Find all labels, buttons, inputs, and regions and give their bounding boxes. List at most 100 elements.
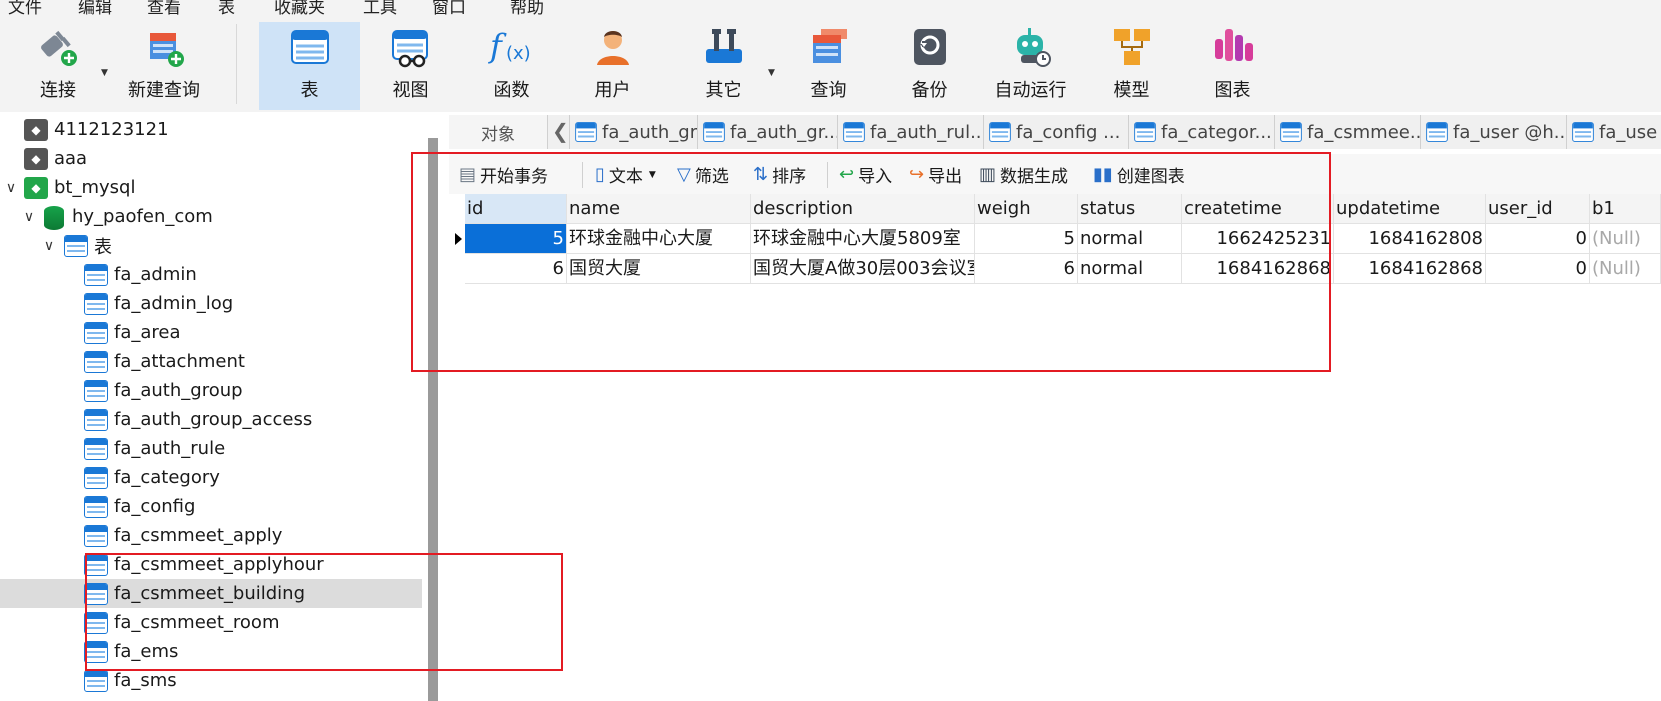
cell-name[interactable]: 环球金融中心大厦 xyxy=(567,224,751,254)
cell-status[interactable]: normal xyxy=(1078,224,1182,254)
tree-table-item[interactable]: fa_auth_group_access xyxy=(0,405,422,434)
tree-table-item[interactable]: fa_area xyxy=(0,318,422,347)
tree-table-item[interactable]: fa_auth_group xyxy=(0,376,422,405)
cell-b1[interactable]: (Null) xyxy=(1590,254,1661,284)
tab-objects[interactable]: 对象 xyxy=(449,115,548,149)
view-button[interactable]: 视图 xyxy=(360,22,461,110)
column-header-updatetime[interactable]: updatetime xyxy=(1334,194,1486,224)
tree-table-item[interactable]: fa_auth_rule xyxy=(0,434,422,463)
tree-table-item[interactable]: fa_admin_log xyxy=(0,289,422,318)
cell-createtime[interactable]: 1662425231 xyxy=(1182,224,1334,254)
tree-table-item[interactable]: fa_attachment xyxy=(0,347,422,376)
tab-table[interactable]: fa_use xyxy=(1566,115,1661,149)
backup-button[interactable]: 备份 xyxy=(879,22,980,110)
table-button[interactable]: 表 xyxy=(259,22,360,110)
chevron-left-icon[interactable]: ❮ xyxy=(552,119,569,143)
menu-view[interactable]: 查看 xyxy=(147,0,181,16)
import-button[interactable]: ↩ 导入 xyxy=(839,162,892,187)
tab-table[interactable]: fa_auth_gr... xyxy=(569,115,697,149)
table-row[interactable]: 6 国贸大厦 国贸大厦A做30层003会议室 6 normal 16841628… xyxy=(449,254,1661,284)
tree-connection[interactable]: ∨ ◆ bt_mysql xyxy=(0,173,422,202)
column-header-user-id[interactable]: user_id xyxy=(1486,194,1590,224)
column-header-weigh[interactable]: weigh xyxy=(975,194,1078,224)
cell-description[interactable]: 国贸大厦A做30层003会议室 xyxy=(751,254,975,284)
export-button[interactable]: ↪ 导出 xyxy=(909,162,962,187)
tab-table[interactable]: fa_categor... xyxy=(1128,115,1274,149)
toolbar-divider xyxy=(582,162,583,188)
connect-dropdown-icon[interactable]: ▼ xyxy=(101,68,108,78)
robot-icon xyxy=(1007,22,1055,72)
function-label: 函数 xyxy=(493,80,530,101)
menu-favorites[interactable]: 收藏夹 xyxy=(274,0,325,16)
cell-b1[interactable]: (Null) xyxy=(1590,224,1661,254)
column-header-name[interactable]: name xyxy=(567,194,751,224)
column-header-id[interactable]: id xyxy=(465,194,567,224)
cell-id[interactable]: 6 xyxy=(465,254,567,284)
cell-status[interactable]: normal xyxy=(1078,254,1182,284)
data-generation-label: 数据生成 xyxy=(1000,167,1069,187)
tree-table-item[interactable]: fa_csmmeet_applyhour xyxy=(0,550,422,579)
function-button[interactable]: f (x) 函数 xyxy=(461,22,562,110)
filter-button[interactable]: ▽ 筛选 xyxy=(677,162,729,187)
cell-weigh[interactable]: 5 xyxy=(975,224,1078,254)
chevron-down-icon[interactable]: ∨ xyxy=(40,238,58,254)
cell-weigh[interactable]: 6 xyxy=(975,254,1078,284)
auto-run-button[interactable]: 自动运行 xyxy=(980,22,1081,110)
column-header-b1[interactable]: b1 xyxy=(1590,194,1661,224)
query-button[interactable]: 查询 xyxy=(778,22,879,110)
tree-table-item[interactable]: fa_csmmeet_room xyxy=(0,608,422,637)
tree-table-item[interactable]: fa_admin xyxy=(0,260,422,289)
cell-updatetime[interactable]: 1684162868 xyxy=(1334,254,1486,284)
data-generation-button[interactable]: ▥ 数据生成 xyxy=(979,162,1068,187)
cell-user-id[interactable]: 0 xyxy=(1486,224,1590,254)
column-header-status[interactable]: status xyxy=(1078,194,1182,224)
chart-button[interactable]: 图表 xyxy=(1182,22,1283,110)
tree-tables-folder[interactable]: ∨ 表 xyxy=(0,231,422,260)
cell-name[interactable]: 国贸大厦 xyxy=(567,254,751,284)
text-button[interactable]: ▯ 文本 ▼ xyxy=(595,162,656,187)
connect-button[interactable]: 连接 xyxy=(20,22,96,110)
menu-help[interactable]: 帮助 xyxy=(510,0,544,16)
cell-description[interactable]: 环球金融中心大厦5809室 xyxy=(751,224,975,254)
chevron-down-icon[interactable]: ∨ xyxy=(20,209,38,225)
tab-table[interactable]: fa_auth_gr... xyxy=(697,115,837,149)
model-button[interactable]: 模型 xyxy=(1081,22,1182,110)
pane-splitter[interactable] xyxy=(428,138,438,701)
tree-table-item[interactable]: fa_sms xyxy=(0,666,422,695)
tree-table-item[interactable]: fa_csmmeet_apply xyxy=(0,521,422,550)
begin-transaction-button[interactable]: ▤ 开始事务 xyxy=(459,162,548,187)
cell-updatetime[interactable]: 1684162808 xyxy=(1334,224,1486,254)
cell-user-id[interactable]: 0 xyxy=(1486,254,1590,284)
sort-button[interactable]: ⇅ 排序 xyxy=(753,162,806,187)
tree-table-item[interactable]: fa_config xyxy=(0,492,422,521)
chart-label: 图表 xyxy=(1214,80,1251,101)
tree-database[interactable]: ∨ hy_paofen_com xyxy=(0,202,422,231)
menu-file[interactable]: 文件 xyxy=(8,0,42,16)
tab-table[interactable]: fa_config ... xyxy=(983,115,1128,149)
menu-edit[interactable]: 编辑 xyxy=(78,0,112,16)
new-query-button[interactable]: 新建查询 xyxy=(120,22,208,110)
filter-label: 筛选 xyxy=(694,167,729,187)
tab-table[interactable]: fa_csmmee... xyxy=(1274,115,1420,149)
cell-createtime[interactable]: 1684162868 xyxy=(1182,254,1334,284)
tree-table-item[interactable]: fa_category xyxy=(0,463,422,492)
cell-id[interactable]: 5 xyxy=(465,224,567,254)
menu-table[interactable]: 表 xyxy=(218,0,235,16)
other-dropdown-icon[interactable]: ▼ xyxy=(768,68,775,78)
other-button[interactable]: 其它 xyxy=(673,22,774,110)
column-header-createtime[interactable]: createtime xyxy=(1182,194,1334,224)
tree-connection[interactable]: ◆ 4112123121 xyxy=(0,115,422,144)
tab-table[interactable]: fa_user @h... xyxy=(1420,115,1566,149)
tab-table[interactable]: fa_auth_rul... xyxy=(837,115,983,149)
column-header-description[interactable]: description xyxy=(751,194,975,224)
chevron-down-icon[interactable]: ∨ xyxy=(2,180,20,196)
menu-window[interactable]: 窗口 xyxy=(432,0,466,16)
menu-tools[interactable]: 工具 xyxy=(363,0,397,16)
table-row[interactable]: 5 环球金融中心大厦 环球金融中心大厦5809室 5 normal 166242… xyxy=(449,224,1661,254)
user-button[interactable]: 用户 xyxy=(562,22,663,110)
create-chart-button[interactable]: ▮▮ 创建图表 xyxy=(1093,162,1185,187)
tree-table-item-selected[interactable]: fa_csmmeet_building xyxy=(0,579,422,608)
data-grid: id name description weigh status createt… xyxy=(449,194,1661,701)
tree-connection[interactable]: ◆ aaa xyxy=(0,144,422,173)
tree-table-item[interactable]: fa_ems xyxy=(0,637,422,666)
